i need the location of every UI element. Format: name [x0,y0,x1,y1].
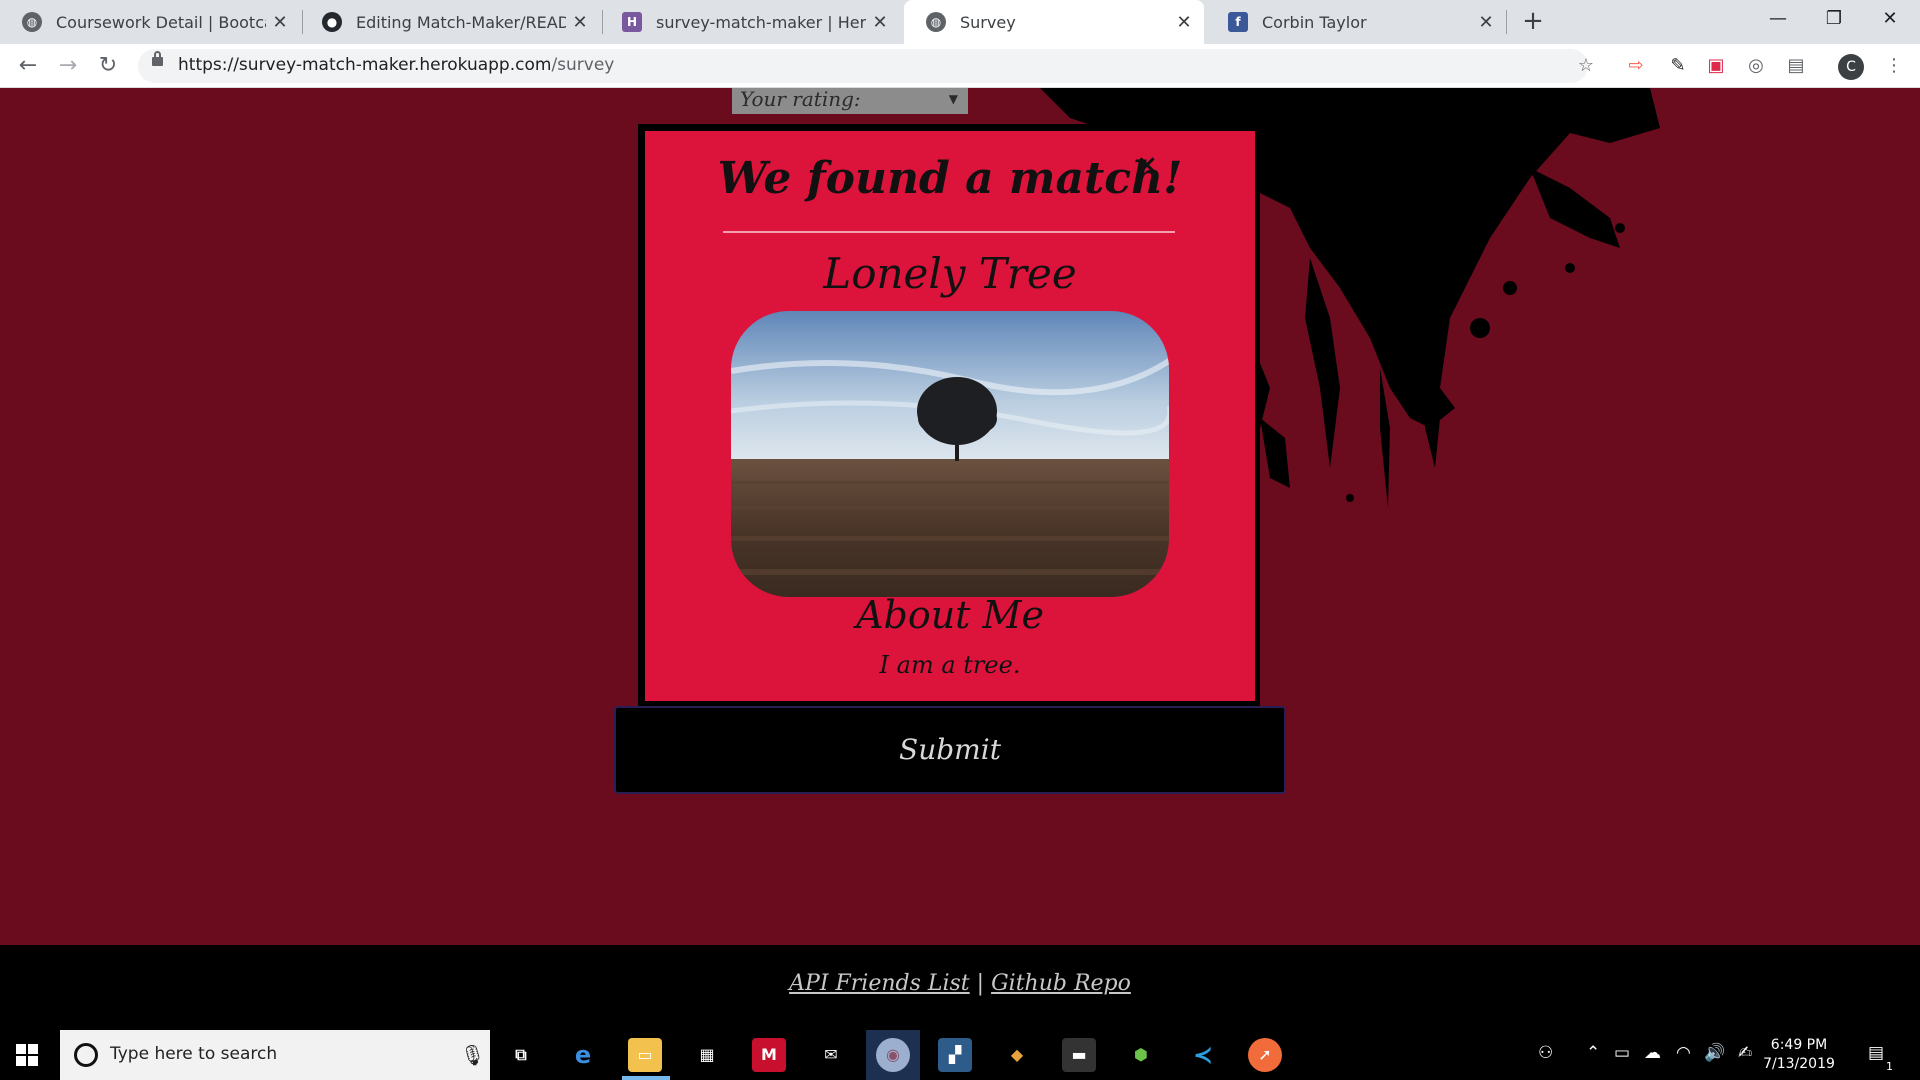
chevron-up-icon[interactable]: ⌃ [1586,1043,1600,1063]
menu-kebab-icon[interactable]: ⋮ [1882,54,1906,78]
bookmark-star-icon[interactable]: ☆ [1574,54,1598,78]
footer-separator: | [976,971,985,996]
battery-icon[interactable]: ▭ [1614,1043,1630,1063]
postman-icon[interactable]: ➚ [1248,1038,1282,1072]
vscode-icon[interactable]: ≺ [1186,1038,1220,1072]
mail-icon[interactable]: ✉ [814,1038,848,1072]
browser-tab-strip: ◍ Coursework Detail | Bootcamp Sp ✕ ● Ed… [0,0,1920,44]
api-friends-list-link[interactable]: API Friends List [789,971,970,996]
match-photo [731,311,1169,597]
tab-close-icon[interactable]: ✕ [1170,12,1198,33]
globe-icon: ◍ [22,12,42,32]
app-icon[interactable]: ▞ [938,1038,972,1072]
facebook-icon: f [1228,12,1248,32]
tab-coursework[interactable]: ◍ Coursework Detail | Bootcamp Sp ✕ [0,0,300,44]
url-path: /survey [551,55,615,75]
extension-icon[interactable]: ▤ [1784,54,1808,78]
modal-divider [723,231,1175,233]
lock-icon[interactable] [152,51,163,66]
tab-close-icon[interactable]: ✕ [566,12,594,33]
tab-close-icon[interactable]: ✕ [1472,12,1500,33]
terminal-icon[interactable]: ▬ [1062,1038,1096,1072]
git-icon[interactable]: ◆ [1000,1038,1034,1072]
heroku-icon: H [622,12,642,32]
footer-links: API Friends List | Github Repo [0,971,1920,996]
taskbar-clock[interactable]: 6:49 PM 7/13/2019 [1754,1036,1844,1074]
modal-title: We found a match! [717,153,1183,204]
url-host: https://survey-match-maker.herokuapp.com [178,55,552,75]
rating-select-label: Your rating: [740,88,861,111]
tab-label: Editing Match-Maker/README.m [356,12,566,32]
tab-label: Corbin Taylor [1262,12,1367,32]
file-explorer-icon[interactable]: ▭ [628,1038,662,1072]
tab-label: survey-match-maker | Heroku [656,12,866,32]
chevron-down-icon: ▼ [948,92,958,106]
pocket-icon[interactable]: ▣ [1704,54,1728,78]
new-tab-button[interactable]: + [1518,7,1548,37]
match-modal: We found a match! × Lonely Tree About Me… [645,131,1255,701]
onedrive-icon[interactable]: ☁ [1644,1043,1661,1063]
lonely-tree-image [731,311,1169,597]
taskbar-search-box[interactable]: Type here to search 🎙 [60,1030,490,1080]
mcafee-icon[interactable]: M [752,1038,786,1072]
about-text: I am a tree. [879,651,1021,679]
forward-arrow-icon[interactable]: → [54,52,82,80]
node-icon[interactable]: ⬢ [1124,1038,1158,1072]
tab-github-readme[interactable]: ● Editing Match-Maker/README.m ✕ [300,0,600,44]
tab-heroku[interactable]: H survey-match-maker | Heroku ✕ [600,0,900,44]
edge-icon[interactable]: e [566,1038,600,1072]
page-footer: API Friends List | Github Repo [0,945,1920,1030]
profile-avatar[interactable]: C [1838,54,1864,80]
minimize-button[interactable]: — [1750,0,1806,40]
wifi-icon[interactable]: ◠ [1676,1043,1691,1063]
tab-label: Survey [960,12,1016,32]
globe-icon: ◍ [926,12,946,32]
windows-start-icon[interactable] [16,1044,38,1066]
active-app-highlight [866,1030,920,1080]
url-text[interactable]: https://survey-match-maker.herokuapp.com… [178,55,614,75]
clock-date: 7/13/2019 [1763,1056,1835,1072]
match-name: Lonely Tree [823,249,1077,298]
github-icon: ● [322,12,342,32]
tab-separator [1506,10,1507,34]
modal-close-button[interactable]: × [1135,152,1159,178]
eyedropper-icon[interactable]: ✎ [1666,54,1690,78]
window-close-button[interactable]: ✕ [1862,0,1918,40]
windows-taskbar: Type here to search 🎙 ⧉ e ▭ ▦ M ✉ ◉ ▞ ◆ … [0,1030,1920,1080]
tab-label: Coursework Detail | Bootcamp Sp [56,12,266,32]
pen-icon[interactable]: ✍ [1738,1043,1752,1063]
back-arrow-icon[interactable]: ← [14,52,42,80]
tab-survey[interactable]: ◍ Survey ✕ [904,0,1204,44]
clock-time: 6:49 PM [1770,1037,1828,1053]
extension-icon[interactable]: ◎ [1744,54,1768,78]
search-placeholder: Type here to search [110,1044,278,1064]
submit-button[interactable]: Submit [614,706,1286,794]
microphone-icon[interactable]: 🎙 [460,1043,485,1067]
notification-center-icon[interactable]: ▤ [1868,1043,1884,1063]
active-app-indicator [622,1076,670,1080]
reload-icon[interactable]: ↻ [94,52,122,80]
restore-button[interactable]: ❐ [1806,0,1862,40]
tab-close-icon[interactable]: ✕ [866,12,894,33]
tab-facebook[interactable]: f Corbin Taylor ✕ [1206,0,1506,44]
people-icon[interactable]: ⚇ [1538,1043,1553,1063]
github-repo-link[interactable]: Github Repo [991,971,1131,996]
store-icon[interactable]: ▦ [690,1038,724,1072]
task-view-icon[interactable]: ⧉ [504,1038,538,1072]
notification-count: 1 [1886,1060,1893,1073]
tab-close-icon[interactable]: ✕ [266,12,294,33]
rating-select[interactable]: Your rating: ▼ [732,88,968,114]
about-heading: About Me [856,593,1044,637]
volume-icon[interactable]: 🔊 [1704,1043,1725,1063]
extension-icon[interactable]: ⇨ [1624,54,1648,78]
cortana-icon [74,1043,98,1067]
page-content: Your rating: ▼ We found a match! × Lonel… [0,88,1920,945]
